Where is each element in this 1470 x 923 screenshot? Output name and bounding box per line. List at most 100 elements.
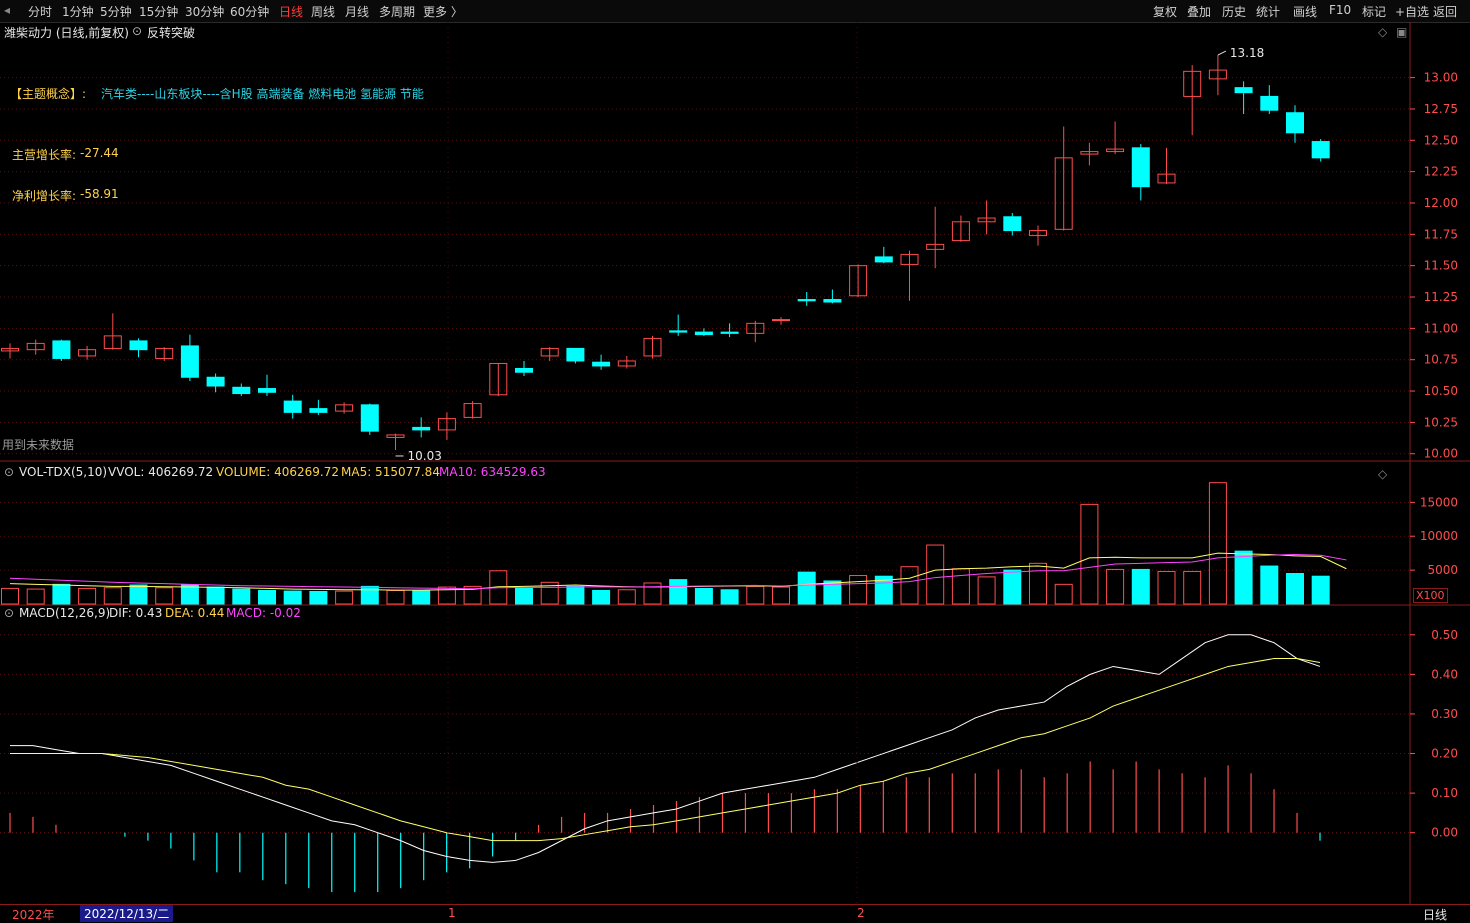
candle-body[interactable] [1260, 95, 1279, 111]
volume-bar[interactable] [309, 590, 328, 605]
candle-body[interactable] [669, 330, 688, 333]
volume-bar[interactable] [900, 566, 919, 605]
volume-bar[interactable] [515, 587, 533, 605]
candle-body[interactable] [797, 299, 816, 302]
indicator-name[interactable]: 反转突破 [147, 24, 195, 41]
kline-chart[interactable]: 13.00 12.75 12.50 12.25 12.00 11.75 11.50 11.25… [0, 22, 1470, 904]
period-tab-monthly[interactable]: 月线 [345, 3, 369, 20]
candle-body[interactable] [1131, 147, 1150, 188]
volume-bar[interactable] [1003, 569, 1022, 605]
candle-body[interactable] [412, 426, 431, 431]
menu-arrow-icon[interactable]: ◂ [4, 3, 10, 17]
volume-bar[interactable] [1106, 568, 1125, 605]
overlay-button[interactable]: 叠加 [1187, 3, 1211, 20]
volume-bar[interactable] [951, 568, 970, 605]
volume-bar[interactable] [617, 589, 636, 605]
candle-body[interactable] [360, 404, 379, 432]
volume-bar[interactable] [926, 544, 945, 605]
candle-body[interactable] [592, 361, 611, 367]
back-button[interactable]: 返回 [1433, 3, 1457, 20]
candle-body[interactable] [1234, 87, 1253, 94]
vol-panel-icon[interactable]: ⊙ [4, 465, 14, 479]
volume-bar[interactable] [849, 575, 868, 605]
volume-bar[interactable] [1183, 570, 1202, 605]
volume-bar[interactable] [1311, 575, 1330, 605]
period-tab-15min[interactable]: 15分钟 [139, 3, 178, 20]
volume-bar[interactable] [103, 587, 122, 605]
volume-bar[interactable] [360, 585, 379, 605]
volume-bar[interactable] [180, 584, 199, 605]
volume-bar[interactable] [669, 579, 688, 605]
volume-bar[interactable] [977, 576, 996, 605]
candle-body[interactable] [1286, 112, 1304, 134]
more-periods-button[interactable]: 更多 〉 [423, 3, 463, 20]
volume-bar[interactable] [746, 585, 765, 605]
volume-bar[interactable] [592, 589, 611, 605]
mark-button[interactable]: 标记 [1362, 3, 1386, 20]
volume-bar[interactable] [1080, 503, 1099, 605]
volume-bar[interactable] [1234, 550, 1253, 605]
add-watchlist-button[interactable]: +自选 [1395, 3, 1429, 20]
volume-bar[interactable] [52, 583, 71, 605]
candle-body[interactable] [206, 376, 225, 387]
candle-body[interactable] [515, 367, 533, 373]
volume-bar[interactable] [1131, 568, 1150, 605]
volume-bar[interactable] [1286, 573, 1304, 605]
volume-bar[interactable] [206, 586, 225, 605]
period-tab-weekly[interactable]: 周线 [311, 3, 335, 20]
volume-bar[interactable] [232, 588, 251, 605]
volume-bar[interactable] [283, 590, 302, 605]
volume-bar[interactable] [386, 589, 405, 605]
candle-body[interactable] [874, 256, 893, 263]
volume-bar[interactable] [335, 590, 354, 605]
macd-panel-icon[interactable]: ⊙ [4, 606, 14, 620]
volume-bar[interactable] [772, 586, 790, 605]
history-button[interactable]: 历史 [1222, 3, 1246, 20]
panel-toggle-icon[interactable]: ▣ [1396, 25, 1407, 39]
candle-body[interactable] [566, 347, 585, 362]
candle-body[interactable] [52, 340, 71, 359]
volume-bar[interactable] [1029, 562, 1047, 605]
volume-bar[interactable] [26, 588, 45, 605]
volume-bar[interactable] [412, 590, 431, 605]
volume-bar[interactable] [129, 584, 148, 605]
period-tab-multi[interactable]: 多周期 [379, 3, 415, 20]
candle-body[interactable] [694, 331, 713, 336]
candle-body[interactable] [258, 388, 276, 393]
volume-bar[interactable] [720, 589, 739, 605]
candle-body[interactable] [283, 400, 302, 413]
period-tab-fenshi[interactable]: 分时 [28, 3, 52, 20]
statistics-button[interactable]: 统计 [1256, 3, 1280, 20]
period-tab-30min[interactable]: 30分钟 [185, 3, 224, 20]
vol-diamond-icon[interactable]: ◇ [1378, 467, 1387, 481]
indicator-toggle-icon[interactable]: ⊙ [132, 24, 142, 38]
volume-bar[interactable] [566, 585, 585, 605]
fuquan-button[interactable]: 复权 [1153, 3, 1177, 20]
f10-button[interactable]: F10 [1329, 3, 1351, 17]
period-tab-5min[interactable]: 5分钟 [100, 3, 132, 20]
candle-body[interactable] [1003, 216, 1022, 232]
period-tab-daily[interactable]: 日线 [279, 3, 303, 20]
candle-body[interactable] [309, 408, 328, 413]
volume-bar[interactable] [1208, 482, 1227, 605]
diamond-icon[interactable]: ◇ [1378, 25, 1387, 39]
volume-bar[interactable] [258, 589, 276, 605]
candle-body[interactable] [720, 331, 739, 334]
volume-bar[interactable] [797, 571, 816, 605]
volume-bar[interactable] [155, 587, 174, 605]
period-tab-1min[interactable]: 1分钟 [62, 3, 94, 20]
candle-body[interactable] [772, 319, 790, 322]
candle-body[interactable] [129, 340, 148, 351]
draw-line-button[interactable]: 画线 [1293, 3, 1317, 20]
candle-body[interactable] [180, 345, 199, 378]
period-tab-60min[interactable]: 60分钟 [230, 3, 269, 20]
candle-body[interactable] [232, 386, 251, 395]
candle-body[interactable] [823, 299, 842, 303]
volume-bar[interactable] [694, 587, 713, 605]
volume-bar[interactable] [1, 587, 19, 605]
volume-bar[interactable] [1054, 583, 1073, 605]
candle-body[interactable] [1311, 141, 1330, 159]
volume-bar[interactable] [78, 587, 97, 605]
volume-bar[interactable] [1260, 565, 1279, 605]
volume-bar[interactable] [1157, 570, 1176, 605]
